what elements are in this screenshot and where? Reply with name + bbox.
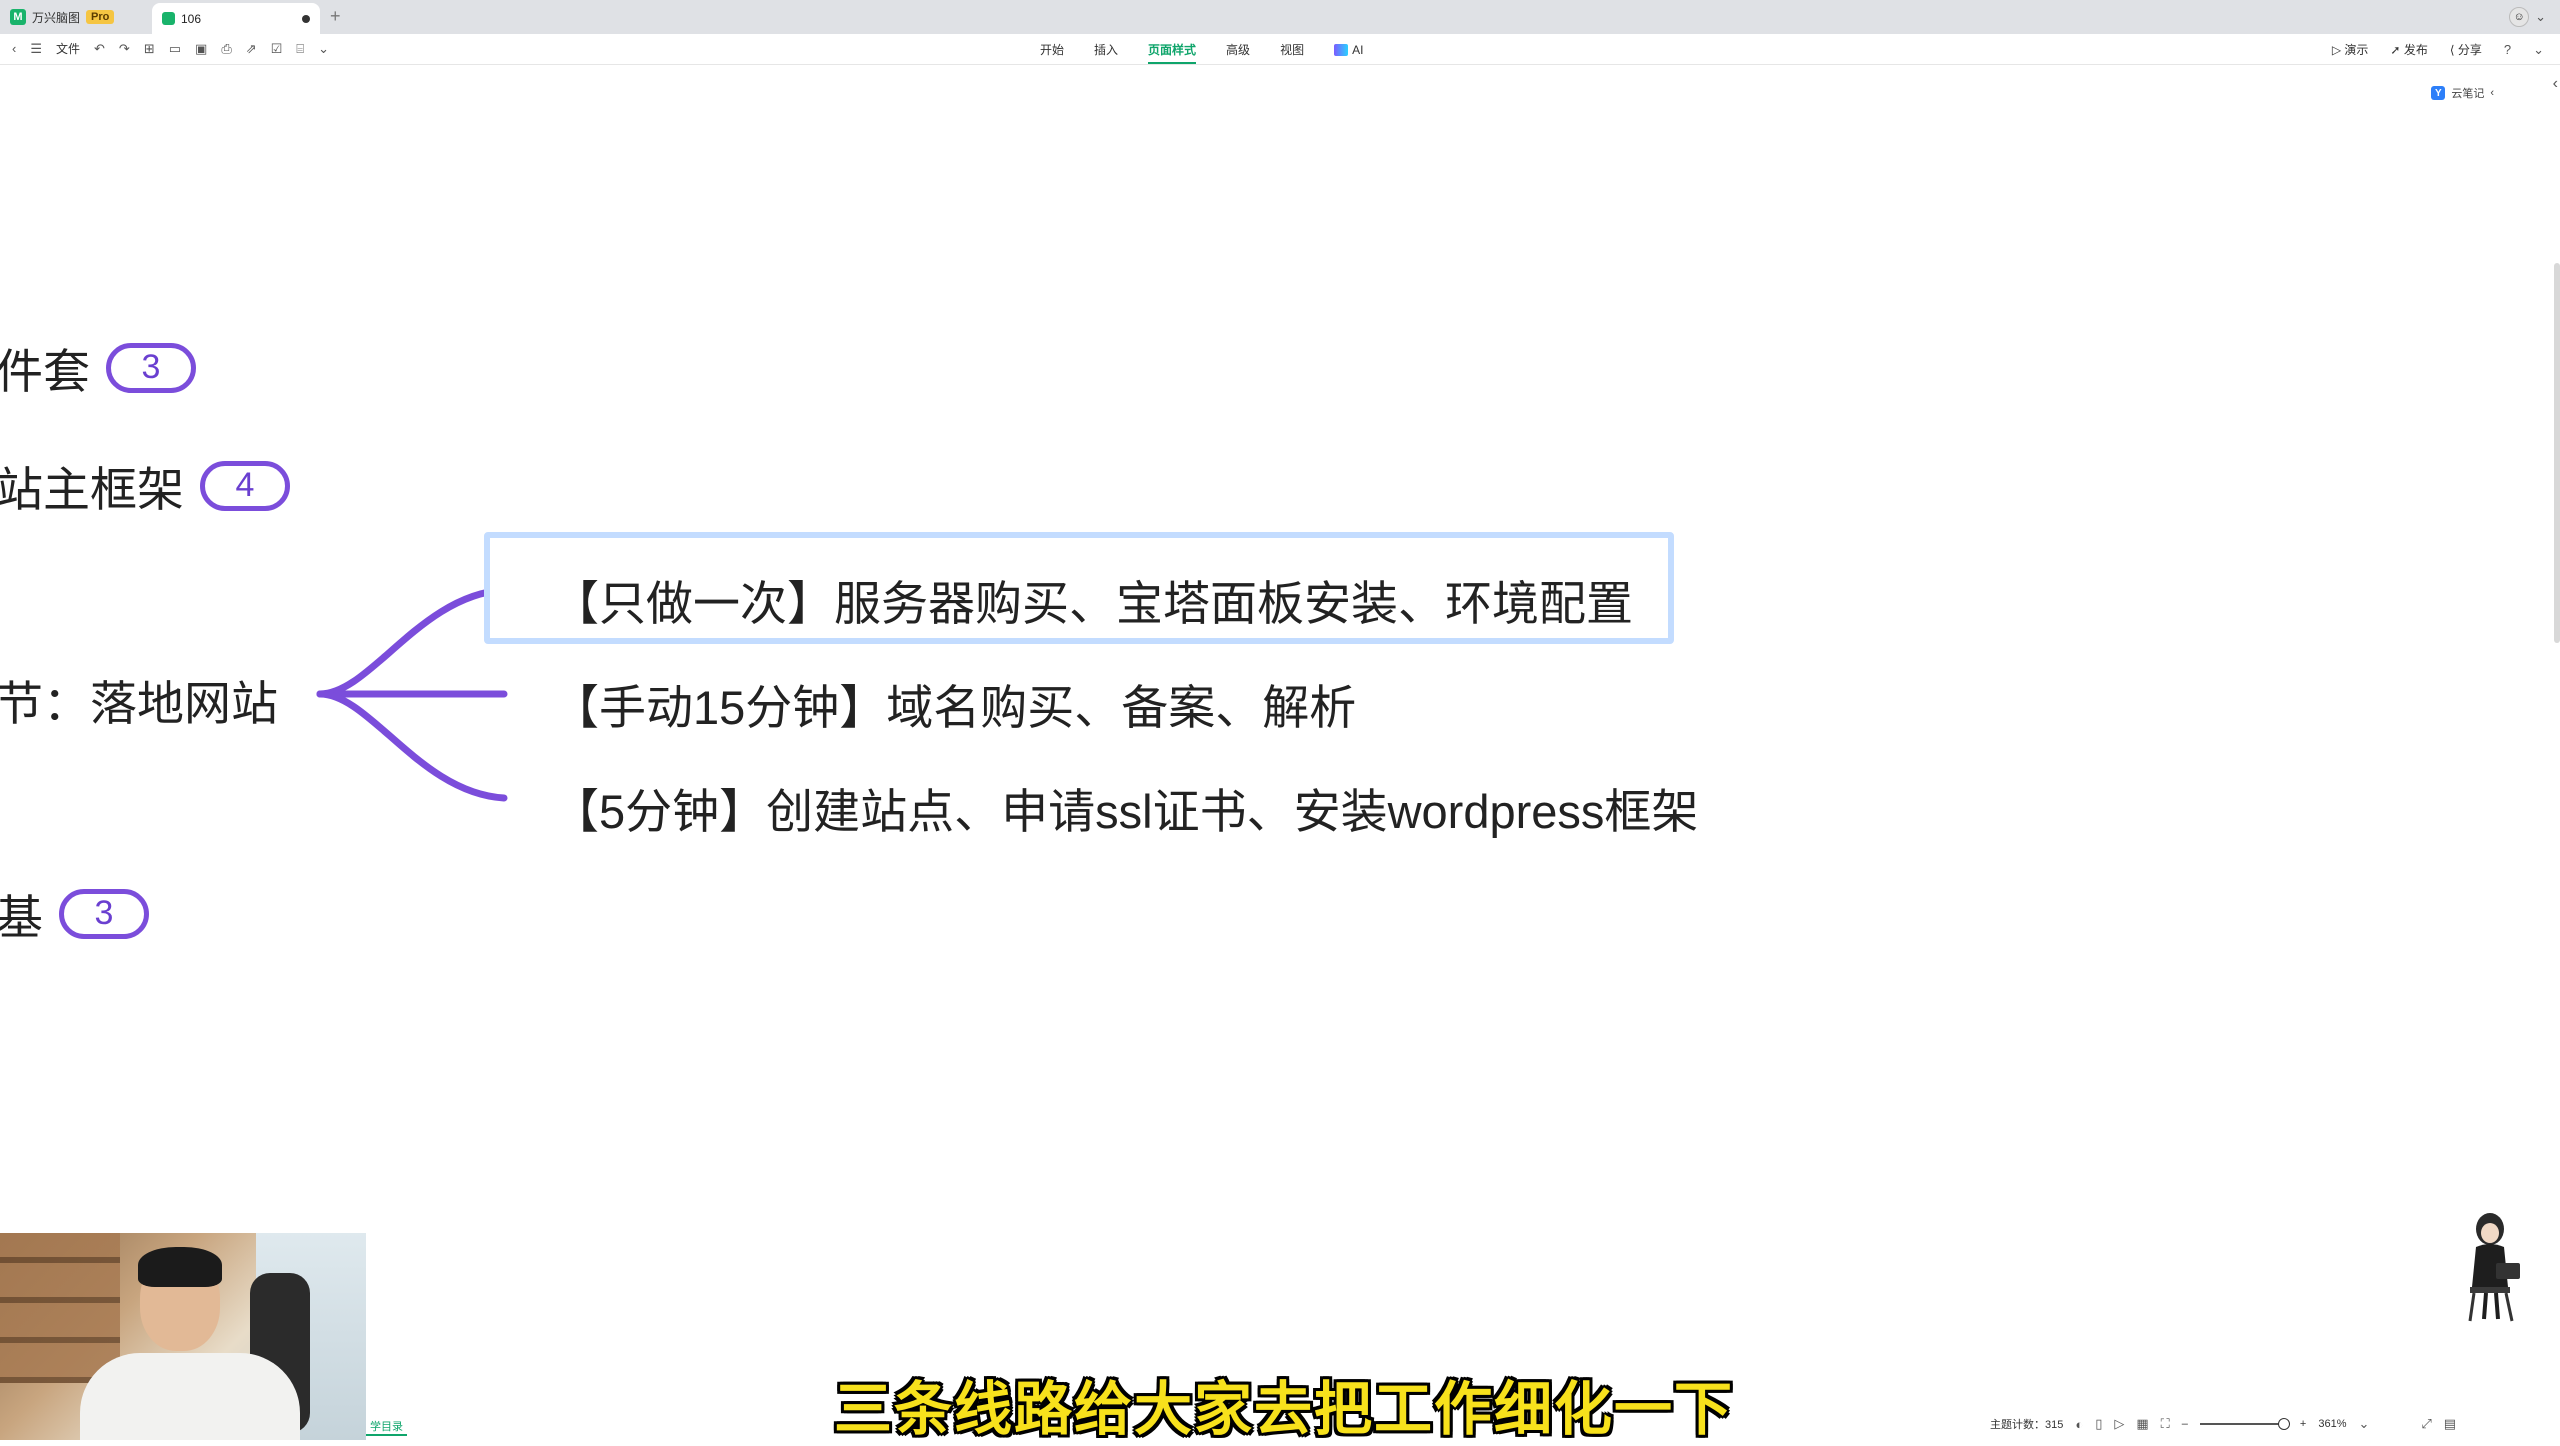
chevron-down-icon[interactable]: ⌄ [2535,9,2546,25]
collapse-chevron-icon[interactable]: ⌄ [2533,42,2544,58]
app-tab[interactable]: M 万兴脑图 Pro [10,5,115,29]
checklist-icon[interactable]: ☑ [271,41,283,57]
topic-node-1-label: 件套 [0,345,90,398]
open-folder-icon[interactable]: ▭ [169,41,181,57]
new-tab-plus-icon[interactable]: + [330,6,341,27]
toc-tab[interactable]: 学目录 [366,1418,407,1436]
tab-advanced[interactable]: 高级 [1226,41,1250,58]
document-tab[interactable]: 106 [152,3,320,34]
expand-icon[interactable]: ⤢ [2421,1416,2431,1432]
redo-icon[interactable]: ↷ [119,41,130,57]
zoom-dropdown-icon[interactable]: ⌄ [2358,1416,2369,1432]
theme-icon[interactable]: ◐ [2075,1417,2083,1432]
tab-page-style[interactable]: 页面样式 [1148,41,1197,64]
unsaved-dot-icon[interactable] [302,14,310,23]
chevron-left-icon: ‹ [2490,87,2494,99]
topic-node-3[interactable]: 节：落地网站 [0,665,278,734]
back-arrow-icon[interactable]: ‹ [12,41,16,56]
help-icon[interactable]: ? [2504,42,2511,57]
ai-icon [1334,43,1349,56]
zoom-out-icon[interactable]: – [2182,1418,2188,1430]
collapsed-count-badge[interactable]: 4 [200,460,290,511]
ribbon-menu: 开始 插入 页面样式 高级 视图 AI [1040,41,1363,64]
document-icon [162,12,175,25]
share-label: 分享 [2457,43,2482,57]
zoom-level[interactable]: 361% [2318,1418,2346,1430]
app-logo-icon: M [10,9,26,25]
branch-line-1 [316,586,508,698]
collapsed-count-badge[interactable]: 3 [59,888,149,939]
publish-button[interactable]: ➚ 发布 [2390,41,2427,58]
topic-node-4-label: 基 [0,891,43,944]
tab-insert[interactable]: 插入 [1094,41,1118,58]
present-button[interactable]: ▷ 演示 [2332,41,2369,58]
topic-node-2-label: 站主框架 [0,463,184,516]
fullscreen-fit-icon[interactable]: ⛶ [2161,1416,2170,1432]
new-file-icon[interactable]: ⊞ [144,41,155,57]
topic-node-3-label: 节：落地网站 [0,677,278,730]
account-avatar[interactable]: ☺ [2509,7,2530,27]
mindmap-canvas[interactable]: Y 云笔记 ‹ ‹ 件套 3 站主框架 4 节：落地网站 基 3 【只做一次】服… [0,65,2560,1417]
tab-start[interactable]: 开始 [1040,41,1064,58]
cloud-notes-label: 云笔记 [2451,88,2485,100]
pro-badge: Pro [86,10,115,24]
subtopic-3[interactable]: 【5分钟】创建站点、申请ssl证书、安装wordpress框架 [552,773,1698,842]
document-tab-label: 106 [181,11,202,26]
vertical-scrollbar[interactable] [2554,263,2560,643]
branch-line-3 [316,690,508,802]
topic-node-2[interactable]: 站主框架 4 [0,451,290,520]
mascot-figure [2468,1213,2520,1322]
more-icon[interactable]: ⌄ [318,41,329,57]
tab-bar: M 万兴脑图 Pro 106 + ☺ ⌄ [0,0,2560,34]
zoom-slider[interactable] [2199,1418,2290,1430]
tab-ai[interactable]: AI [1334,41,1363,58]
publish-label: 发布 [2403,43,2428,57]
format-painter-icon[interactable]: ⌸ [296,41,304,57]
video-subtitle: 三条线路给大家去把工作细化一下 [834,1377,1735,1442]
fit-page-icon[interactable]: ▦ [2136,1416,2148,1432]
file-menu[interactable]: 文件 [56,40,80,57]
topic-count: 主题计数：315 [1990,1419,2064,1431]
side-panel-toggle-icon[interactable]: ‹ [2553,75,2558,93]
tab-view[interactable]: 视图 [1280,41,1304,58]
status-bar: 主题计数：315 ◐ ▯ ▷ ▦ ⛶ – + 361% ⌄ ⤢ ▤ [1990,1414,2560,1434]
webcam-overlay [0,1233,366,1440]
play-icon[interactable]: ▷ [2114,1416,2124,1432]
book-icon[interactable]: ▯ [2095,1416,2102,1432]
zoom-in-icon[interactable]: + [2300,1418,2306,1430]
undo-icon[interactable]: ↶ [94,41,105,57]
ai-label: AI [1352,42,1364,57]
collapsed-count-badge[interactable]: 3 [106,342,196,393]
save-icon[interactable]: ▣ [195,41,207,57]
panel-icon[interactable]: ▤ [2444,1416,2456,1432]
hamburger-menu-icon[interactable]: ☰ [30,41,42,57]
cloud-notes-button[interactable]: Y 云笔记 ‹ [2431,85,2494,101]
present-label: 演示 [2344,43,2369,57]
export-icon[interactable]: ⇗ [246,41,257,57]
print-icon[interactable]: ⎙ [221,41,231,57]
subtopic-1[interactable]: 【只做一次】服务器购买、宝塔面板安装、环境配置 [552,565,1633,634]
topic-node-1[interactable]: 件套 3 [0,333,196,402]
main-toolbar: ‹ ☰ 文件 ↶ ↷ ⊞ ▭ ▣ ⎙ ⇗ ☑ ⌸ ⌄ 开始 插入 页面样式 高级… [0,34,2560,65]
topic-node-4[interactable]: 基 3 [0,879,149,948]
share-button[interactable]: ⟨ 分享 [2450,41,2482,58]
cloud-notes-icon: Y [2431,86,2446,100]
app-name: 万兴脑图 [32,10,81,25]
subtopic-2[interactable]: 【手动15分钟】域名购买、备案、解析 [552,669,1356,738]
